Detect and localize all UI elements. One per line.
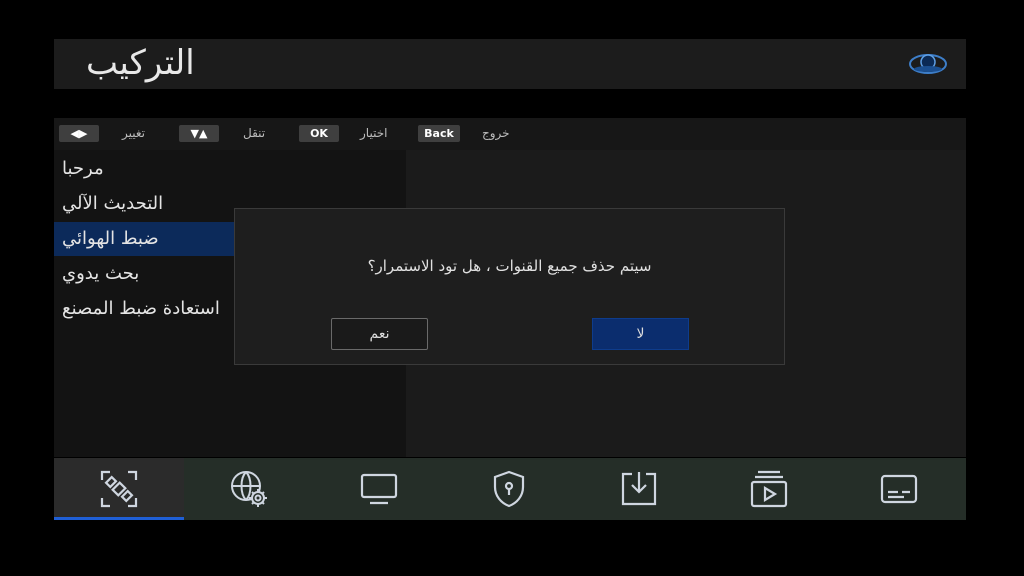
hint-exit-label: خروج [482,126,510,140]
tab-update[interactable] [574,458,704,520]
header-bar: التركيب [54,39,966,89]
left-right-key-icon: ◀▶ [59,125,99,142]
up-down-key-icon: ▼▲ [179,125,219,142]
menu-item-welcome[interactable]: مرحبا [54,152,406,186]
hint-navigate-label: تنقل [243,126,266,140]
brand-logo-icon [909,54,947,74]
page-title: التركيب [86,43,195,83]
tv-icon [360,473,398,505]
media-player-icon [750,470,788,508]
satellite-icon [100,470,138,508]
network-settings-icon [231,471,267,507]
tab-media[interactable] [704,458,834,520]
hint-select-label: اختيار [360,126,388,140]
tab-security[interactable] [444,458,574,520]
download-icon [621,472,657,506]
tab-display[interactable] [314,458,444,520]
subtitle-icon [880,474,918,504]
tab-installation[interactable] [54,458,184,520]
category-tab-bar [54,458,966,520]
back-key-icon: Back [418,125,460,142]
tab-network[interactable] [184,458,314,520]
ok-key-icon: OK [299,125,339,142]
tab-subtitles[interactable] [834,458,964,520]
no-button[interactable]: لا [592,318,689,350]
yes-button[interactable]: نعم [331,318,428,350]
dialog-message: سيتم حذف جميع القنوات ، هل تود الاستمرار… [367,257,652,275]
menu-item-antenna-setup[interactable]: ضبط الهوائي [54,222,234,256]
confirm-dialog: سيتم حذف جميع القنوات ، هل تود الاستمرار… [234,208,785,365]
security-shield-icon [493,470,525,508]
hint-change-label: تغيير [122,126,145,140]
key-hint-bar: ◀▶ تغيير ▼▲ تنقل OK اختيار Back خروج [54,118,966,150]
